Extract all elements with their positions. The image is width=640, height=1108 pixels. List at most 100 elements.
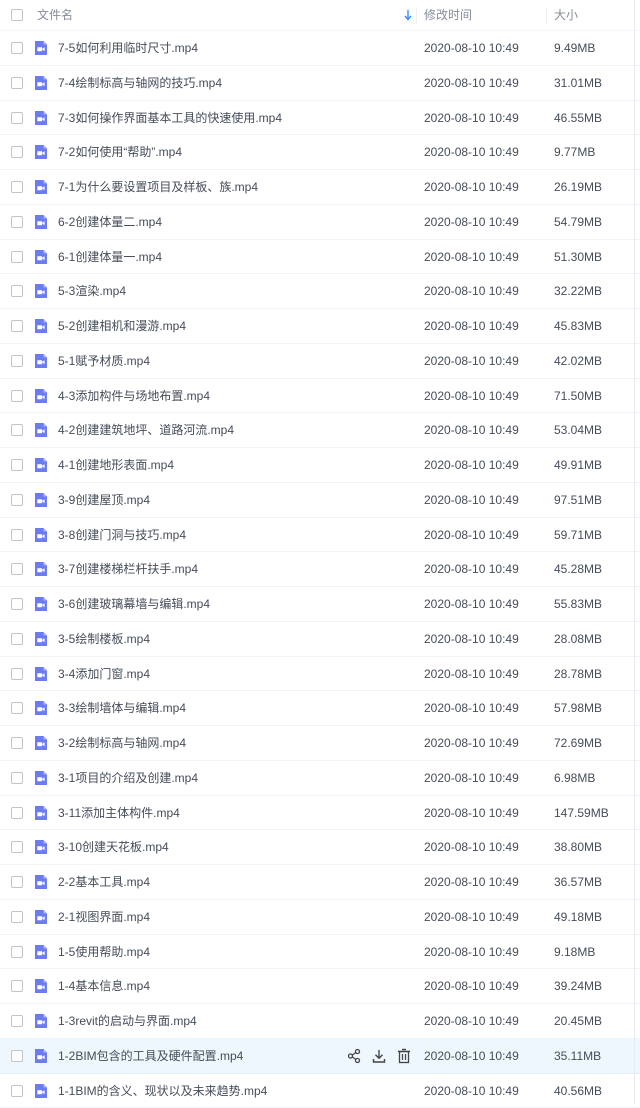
row-checkbox[interactable] bbox=[11, 285, 23, 297]
file-row[interactable]: 6-2创建体量二.mp4 2020-08-10 10:49 54.79MB bbox=[0, 205, 640, 240]
file-name[interactable]: 6-1创建体量一.mp4 bbox=[58, 240, 162, 274]
row-checkbox[interactable] bbox=[11, 911, 23, 923]
file-name[interactable]: 1-4基本信息.mp4 bbox=[58, 969, 150, 1003]
file-row[interactable]: 3-4添加门窗.mp4 2020-08-10 10:49 28.78MB bbox=[0, 657, 640, 692]
file-row[interactable]: 3-1项目的介绍及创建.mp4 2020-08-10 10:49 6.98MB bbox=[0, 761, 640, 796]
file-row[interactable]: 3-11添加主体构件.mp4 2020-08-10 10:49 147.59MB bbox=[0, 796, 640, 831]
file-name[interactable]: 3-4添加门窗.mp4 bbox=[58, 657, 150, 691]
file-name[interactable]: 7-2如何使用“帮助”.mp4 bbox=[58, 135, 182, 169]
row-checkbox[interactable] bbox=[11, 424, 23, 436]
file-row[interactable]: 3-10创建天花板.mp4 2020-08-10 10:49 38.80MB bbox=[0, 830, 640, 865]
file-name[interactable]: 1-1BIM的含义、现状以及未来趋势.mp4 bbox=[58, 1074, 267, 1108]
row-checkbox[interactable] bbox=[11, 112, 23, 124]
file-name[interactable]: 5-3渲染.mp4 bbox=[58, 274, 126, 308]
file-row[interactable]: 3-2绘制标高与轴网.mp4 2020-08-10 10:49 72.69MB bbox=[0, 726, 640, 761]
file-row[interactable]: 5-2创建相机和漫游.mp4 2020-08-10 10:49 45.83MB bbox=[0, 309, 640, 344]
share-icon[interactable] bbox=[346, 1048, 362, 1064]
file-name[interactable]: 7-1为什么要设置项目及样板、族.mp4 bbox=[58, 170, 258, 204]
row-checkbox[interactable] bbox=[11, 494, 23, 506]
file-row[interactable]: 3-7创建楼梯栏杆扶手.mp4 2020-08-10 10:49 45.28MB bbox=[0, 552, 640, 587]
file-name[interactable]: 4-3添加构件与场地布置.mp4 bbox=[58, 379, 210, 413]
file-name[interactable]: 3-6创建玻璃幕墙与编辑.mp4 bbox=[58, 587, 210, 621]
file-row[interactable]: 7-5如何利用临时尺寸.mp4 2020-08-10 10:49 9.49MB bbox=[0, 31, 640, 66]
file-name[interactable]: 6-2创建体量二.mp4 bbox=[58, 205, 162, 239]
file-name[interactable]: 4-2创建建筑地坪、道路河流.mp4 bbox=[58, 413, 234, 447]
row-checkbox[interactable] bbox=[11, 146, 23, 158]
row-checkbox[interactable] bbox=[11, 320, 23, 332]
file-name[interactable]: 3-3绘制墙体与编辑.mp4 bbox=[58, 691, 186, 725]
row-checkbox[interactable] bbox=[11, 946, 23, 958]
file-row[interactable]: 2-1视图界面.mp4 2020-08-10 10:49 49.18MB bbox=[0, 900, 640, 935]
file-name[interactable]: 3-10创建天花板.mp4 bbox=[58, 830, 169, 864]
row-checkbox[interactable] bbox=[11, 251, 23, 263]
column-divider[interactable] bbox=[546, 7, 547, 24]
column-header-size[interactable]: 大小 bbox=[554, 0, 578, 31]
row-checkbox[interactable] bbox=[11, 529, 23, 541]
column-header-date[interactable]: 修改时间 bbox=[424, 0, 472, 31]
row-checkbox[interactable] bbox=[11, 668, 23, 680]
file-name[interactable]: 7-4绘制标高与轴网的技巧.mp4 bbox=[58, 66, 222, 100]
row-checkbox[interactable] bbox=[11, 390, 23, 402]
file-row[interactable]: 1-4基本信息.mp4 2020-08-10 10:49 39.24MB bbox=[0, 969, 640, 1004]
file-row[interactable]: 4-1创建地形表面.mp4 2020-08-10 10:49 49.91MB bbox=[0, 448, 640, 483]
file-name[interactable]: 3-7创建楼梯栏杆扶手.mp4 bbox=[58, 552, 198, 586]
arrow-down-icon[interactable] bbox=[402, 0, 414, 31]
row-checkbox[interactable] bbox=[11, 633, 23, 645]
file-row[interactable]: 3-6创建玻璃幕墙与编辑.mp4 2020-08-10 10:49 55.83M… bbox=[0, 587, 640, 622]
file-name[interactable]: 2-2基本工具.mp4 bbox=[58, 865, 150, 899]
row-checkbox[interactable] bbox=[11, 77, 23, 89]
file-row[interactable]: 3-9创建屋顶.mp4 2020-08-10 10:49 97.51MB bbox=[0, 483, 640, 518]
row-checkbox[interactable] bbox=[11, 1015, 23, 1027]
file-name[interactable]: 3-1项目的介绍及创建.mp4 bbox=[58, 761, 198, 795]
file-row[interactable]: 2-2基本工具.mp4 2020-08-10 10:49 36.57MB bbox=[0, 865, 640, 900]
row-checkbox[interactable] bbox=[11, 459, 23, 471]
file-row[interactable]: 3-5绘制楼板.mp4 2020-08-10 10:49 28.08MB bbox=[0, 622, 640, 657]
file-name[interactable]: 3-11添加主体构件.mp4 bbox=[58, 796, 180, 830]
row-checkbox[interactable] bbox=[11, 598, 23, 610]
row-checkbox[interactable] bbox=[11, 772, 23, 784]
file-name[interactable]: 1-5使用帮助.mp4 bbox=[58, 935, 150, 969]
file-row[interactable]: 1-3revit的启动与界面.mp4 2020-08-10 10:49 20.4… bbox=[0, 1004, 640, 1039]
row-checkbox[interactable] bbox=[11, 1085, 23, 1097]
row-checkbox[interactable] bbox=[11, 216, 23, 228]
file-name[interactable]: 3-5绘制楼板.mp4 bbox=[58, 622, 150, 656]
file-name[interactable]: 4-1创建地形表面.mp4 bbox=[58, 448, 174, 482]
row-checkbox[interactable] bbox=[11, 355, 23, 367]
download-icon[interactable] bbox=[371, 1048, 387, 1064]
delete-icon[interactable] bbox=[396, 1048, 412, 1064]
file-row[interactable]: 7-2如何使用“帮助”.mp4 2020-08-10 10:49 9.77MB bbox=[0, 135, 640, 170]
file-row[interactable]: 1-1BIM的含义、现状以及未来趋势.mp4 2020-08-10 10:49 … bbox=[0, 1074, 640, 1108]
file-row[interactable]: 6-1创建体量一.mp4 2020-08-10 10:49 51.30MB bbox=[0, 240, 640, 275]
file-row[interactable]: 5-3渲染.mp4 2020-08-10 10:49 32.22MB bbox=[0, 274, 640, 309]
row-checkbox[interactable] bbox=[11, 181, 23, 193]
file-name[interactable]: 3-9创建屋顶.mp4 bbox=[58, 483, 150, 517]
row-checkbox[interactable] bbox=[11, 1050, 23, 1062]
file-row[interactable]: 7-4绘制标高与轴网的技巧.mp4 2020-08-10 10:49 31.01… bbox=[0, 66, 640, 101]
column-header-name[interactable]: 文件名 bbox=[37, 0, 73, 31]
file-row[interactable]: 4-3添加构件与场地布置.mp4 2020-08-10 10:49 71.50M… bbox=[0, 379, 640, 414]
select-all-checkbox[interactable] bbox=[11, 9, 23, 21]
file-row[interactable]: 7-3如何操作界面基本工具的快速使用.mp4 2020-08-10 10:49 … bbox=[0, 101, 640, 136]
file-name[interactable]: 2-1视图界面.mp4 bbox=[58, 900, 150, 934]
file-name[interactable]: 1-3revit的启动与界面.mp4 bbox=[58, 1004, 197, 1038]
file-row[interactable]: 7-1为什么要设置项目及样板、族.mp4 2020-08-10 10:49 26… bbox=[0, 170, 640, 205]
row-checkbox[interactable] bbox=[11, 42, 23, 54]
file-row[interactable]: 5-1赋予材质.mp4 2020-08-10 10:49 42.02MB bbox=[0, 344, 640, 379]
file-row[interactable]: 4-2创建建筑地坪、道路河流.mp4 2020-08-10 10:49 53.0… bbox=[0, 413, 640, 448]
file-name[interactable]: 7-5如何利用临时尺寸.mp4 bbox=[58, 31, 198, 65]
file-name[interactable]: 7-3如何操作界面基本工具的快速使用.mp4 bbox=[58, 101, 282, 135]
file-name[interactable]: 5-1赋予材质.mp4 bbox=[58, 344, 150, 378]
row-checkbox[interactable] bbox=[11, 563, 23, 575]
row-checkbox[interactable] bbox=[11, 841, 23, 853]
file-row[interactable]: 1-2BIM包含的工具及硬件配置.mp4 2020-08-10 10:49 35… bbox=[0, 1039, 640, 1074]
file-row[interactable]: 3-8创建门洞与技巧.mp4 2020-08-10 10:49 59.71MB bbox=[0, 518, 640, 553]
column-divider[interactable] bbox=[416, 7, 417, 24]
file-name[interactable]: 3-8创建门洞与技巧.mp4 bbox=[58, 518, 186, 552]
file-row[interactable]: 3-3绘制墙体与编辑.mp4 2020-08-10 10:49 57.98MB bbox=[0, 691, 640, 726]
row-checkbox[interactable] bbox=[11, 980, 23, 992]
file-name[interactable]: 5-2创建相机和漫游.mp4 bbox=[58, 309, 186, 343]
row-checkbox[interactable] bbox=[11, 807, 23, 819]
row-checkbox[interactable] bbox=[11, 737, 23, 749]
file-name[interactable]: 1-2BIM包含的工具及硬件配置.mp4 bbox=[58, 1039, 243, 1073]
row-checkbox[interactable] bbox=[11, 702, 23, 714]
